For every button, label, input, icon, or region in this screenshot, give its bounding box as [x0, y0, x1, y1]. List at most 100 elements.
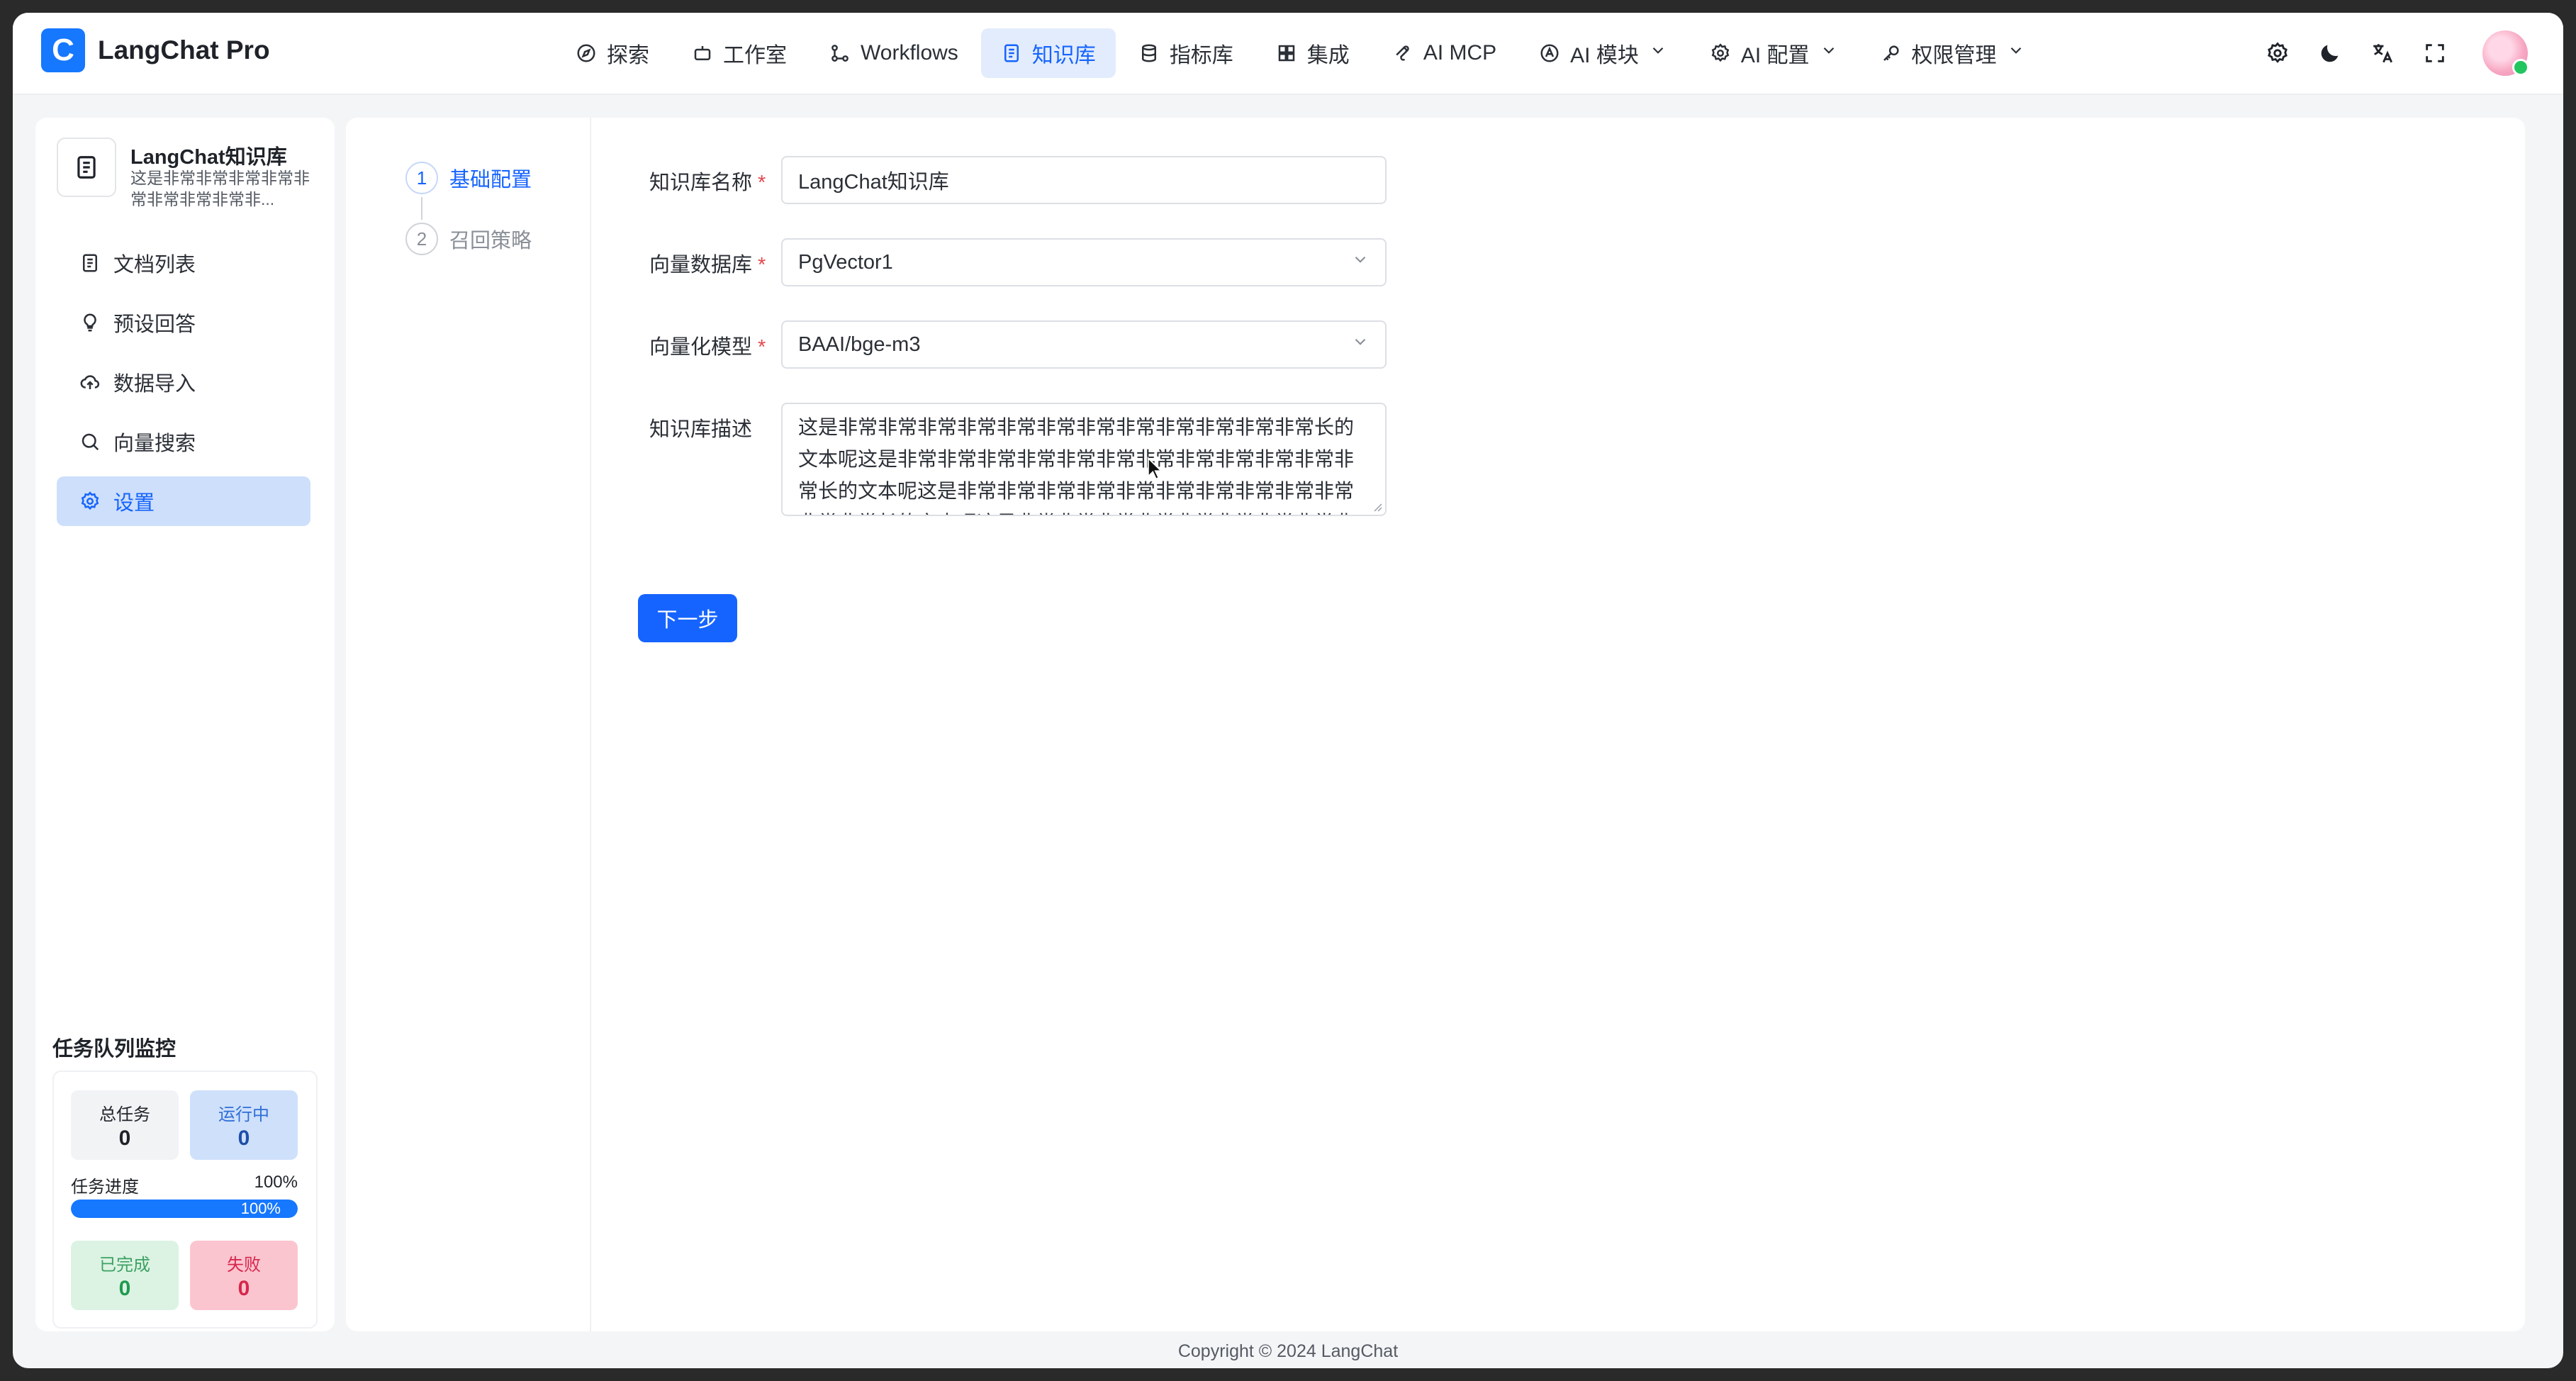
progress-header: 任务进度 100%	[71, 1173, 298, 1197]
stat-completed: 已完成 0	[71, 1241, 179, 1310]
stat-value: 0	[237, 1126, 250, 1150]
field-label: 知识库描述	[649, 418, 753, 441]
cloud-upload-icon	[80, 375, 100, 389]
stat-value: 0	[118, 1277, 131, 1300]
menu-label: 文档列表	[113, 254, 196, 276]
lightbulb-icon	[84, 313, 96, 332]
grid-icon	[1278, 45, 1295, 62]
next-step-button[interactable]: 下一步	[638, 594, 737, 642]
required-mark: *	[758, 172, 766, 194]
resize-handle-icon[interactable]	[1371, 501, 1382, 512]
module-icon	[1540, 44, 1559, 62]
nav-studio[interactable]: 工作室	[672, 28, 807, 78]
chevron-down-icon	[1351, 332, 1370, 357]
step-number: 2	[405, 223, 438, 255]
nav-label: 权限管理	[1911, 44, 1997, 67]
footer-copyright: Copyright © 2024 LangChat	[1177, 1341, 1399, 1361]
step-recall-strategy[interactable]: 2 召回策略	[405, 223, 532, 255]
key-icon	[1883, 45, 1899, 61]
nav-permissions[interactable]: 权限管理	[1861, 28, 2045, 78]
stat-label: 运行中	[218, 1105, 269, 1124]
progress-fill: 100%	[71, 1200, 298, 1218]
main-nav: 探索 工作室 Workflows 知识库 指标库 集成 AI MCP AI 模块…	[556, 27, 2045, 79]
stat-running: 运行中 0	[190, 1090, 298, 1160]
task-monitor: 总任务 0 运行中 0 任务进度 100% 100% 已完成 0 失败 0	[52, 1070, 318, 1329]
kb-header: LangChat知识库 这是非常非常非常非常非常非常非常非常非...	[57, 138, 320, 208]
nav-integration[interactable]: 集成	[1256, 28, 1370, 78]
app-window: C LangChat Pro 探索 工作室 Workflows 知识库 指标库 …	[13, 13, 2563, 1368]
nav-ai-config[interactable]: AI 配置	[1690, 28, 1858, 78]
stat-label: 失败	[227, 1256, 261, 1275]
search-icon	[82, 433, 99, 451]
nav-ai-module[interactable]: AI 模块	[1519, 28, 1687, 78]
menu-label: 设置	[113, 492, 155, 515]
nav-label: 集成	[1306, 44, 1350, 67]
database-icon	[1141, 44, 1156, 62]
top-header: C LangChat Pro 探索 工作室 Workflows 知识库 指标库 …	[13, 13, 2563, 95]
stat-label: 总任务	[99, 1105, 150, 1124]
menu-item-data-import[interactable]: 数据导入	[57, 357, 310, 407]
progress-percent: 100%	[254, 1173, 298, 1192]
kb-title: LangChat知识库	[130, 146, 287, 169]
kb-name-input[interactable]: LangChat知识库	[781, 156, 1387, 204]
nav-label: 工作室	[723, 44, 787, 67]
step-connector	[421, 197, 422, 220]
robot-icon	[694, 46, 711, 60]
menu-label: 预设回答	[113, 313, 196, 336]
chevron-down-icon	[1649, 41, 1667, 65]
nav-knowledge-base[interactable]: 知识库	[980, 28, 1116, 78]
nav-metrics[interactable]: 指标库	[1119, 28, 1253, 78]
workflow-icon	[831, 45, 849, 62]
logo-icon[interactable]: C	[41, 28, 85, 72]
nav-label: Workflows	[861, 41, 958, 65]
vector-db-select[interactable]: PgVector1	[781, 238, 1387, 286]
translate-icon[interactable]	[2370, 41, 2395, 65]
file-list-icon	[83, 254, 97, 272]
menu-item-vector-search[interactable]: 向量搜索	[57, 417, 310, 466]
nav-label: AI 配置	[1740, 44, 1810, 67]
header-actions	[2266, 27, 2529, 79]
dark-mode-icon[interactable]	[2318, 41, 2342, 65]
field-label: 知识库名称 *	[649, 172, 766, 194]
field-label: 向量化模型 *	[649, 336, 766, 359]
app-name[interactable]: LangChat Pro	[98, 34, 270, 67]
required-mark: *	[758, 254, 766, 276]
progress-bar: 100%	[71, 1200, 298, 1218]
kb-sidebar: LangChat知识库 这是非常非常非常非常非常非常非常非常非... 文档列表 …	[35, 118, 335, 1331]
required-mark: *	[758, 336, 766, 359]
progress-label: 任务进度	[71, 1178, 139, 1197]
compass-icon	[577, 44, 595, 62]
menu-item-settings[interactable]: 设置	[57, 476, 310, 526]
menu-item-documents[interactable]: 文档列表	[57, 238, 310, 288]
kb-description-textarea[interactable]: 这是非常非常非常非常非常非常非常非常非常非常非常非常长的文本呢这是非常非常非常非…	[781, 403, 1387, 516]
document-icon	[1004, 44, 1019, 62]
nav-ai-mcp[interactable]: AI MCP	[1372, 28, 1516, 78]
stat-value: 0	[237, 1277, 250, 1300]
avatar[interactable]	[2482, 30, 2529, 76]
book-icon	[57, 138, 116, 197]
step-label: 召回策略	[449, 230, 532, 252]
nav-label: AI 模块	[1570, 44, 1639, 67]
stat-total: 总任务 0	[71, 1090, 179, 1160]
fullscreen-icon[interactable]	[2423, 41, 2447, 65]
kb-menu: 文档列表 预设回答 数据导入 向量搜索 设置	[57, 238, 310, 536]
menu-item-preset-answers[interactable]: 预设回答	[57, 298, 310, 347]
gear-icon	[81, 491, 99, 510]
gear-icon	[1711, 43, 1730, 62]
step-basic-config[interactable]: 1 基础配置	[405, 162, 532, 194]
stat-failed: 失败 0	[190, 1241, 298, 1310]
steps-nav: 1 基础配置 2 召回策略	[346, 118, 591, 1331]
menu-label: 数据导入	[113, 373, 196, 396]
stat-label: 已完成	[99, 1256, 150, 1275]
field-label: 向量数据库 *	[649, 254, 766, 276]
step-number: 1	[405, 162, 438, 194]
nav-explore[interactable]: 探索	[556, 28, 669, 78]
mouse-cursor-icon	[1147, 457, 1163, 480]
nav-workflows[interactable]: Workflows	[810, 28, 978, 78]
nav-label: 探索	[607, 44, 649, 67]
kb-description: 这是非常非常非常非常非常非常非常非常非...	[130, 169, 310, 208]
settings-icon[interactable]	[2266, 41, 2290, 65]
nav-label: AI MCP	[1423, 41, 1497, 65]
nav-label: 知识库	[1031, 44, 1096, 67]
embedding-model-select[interactable]: BAAI/bge-m3	[781, 320, 1387, 369]
